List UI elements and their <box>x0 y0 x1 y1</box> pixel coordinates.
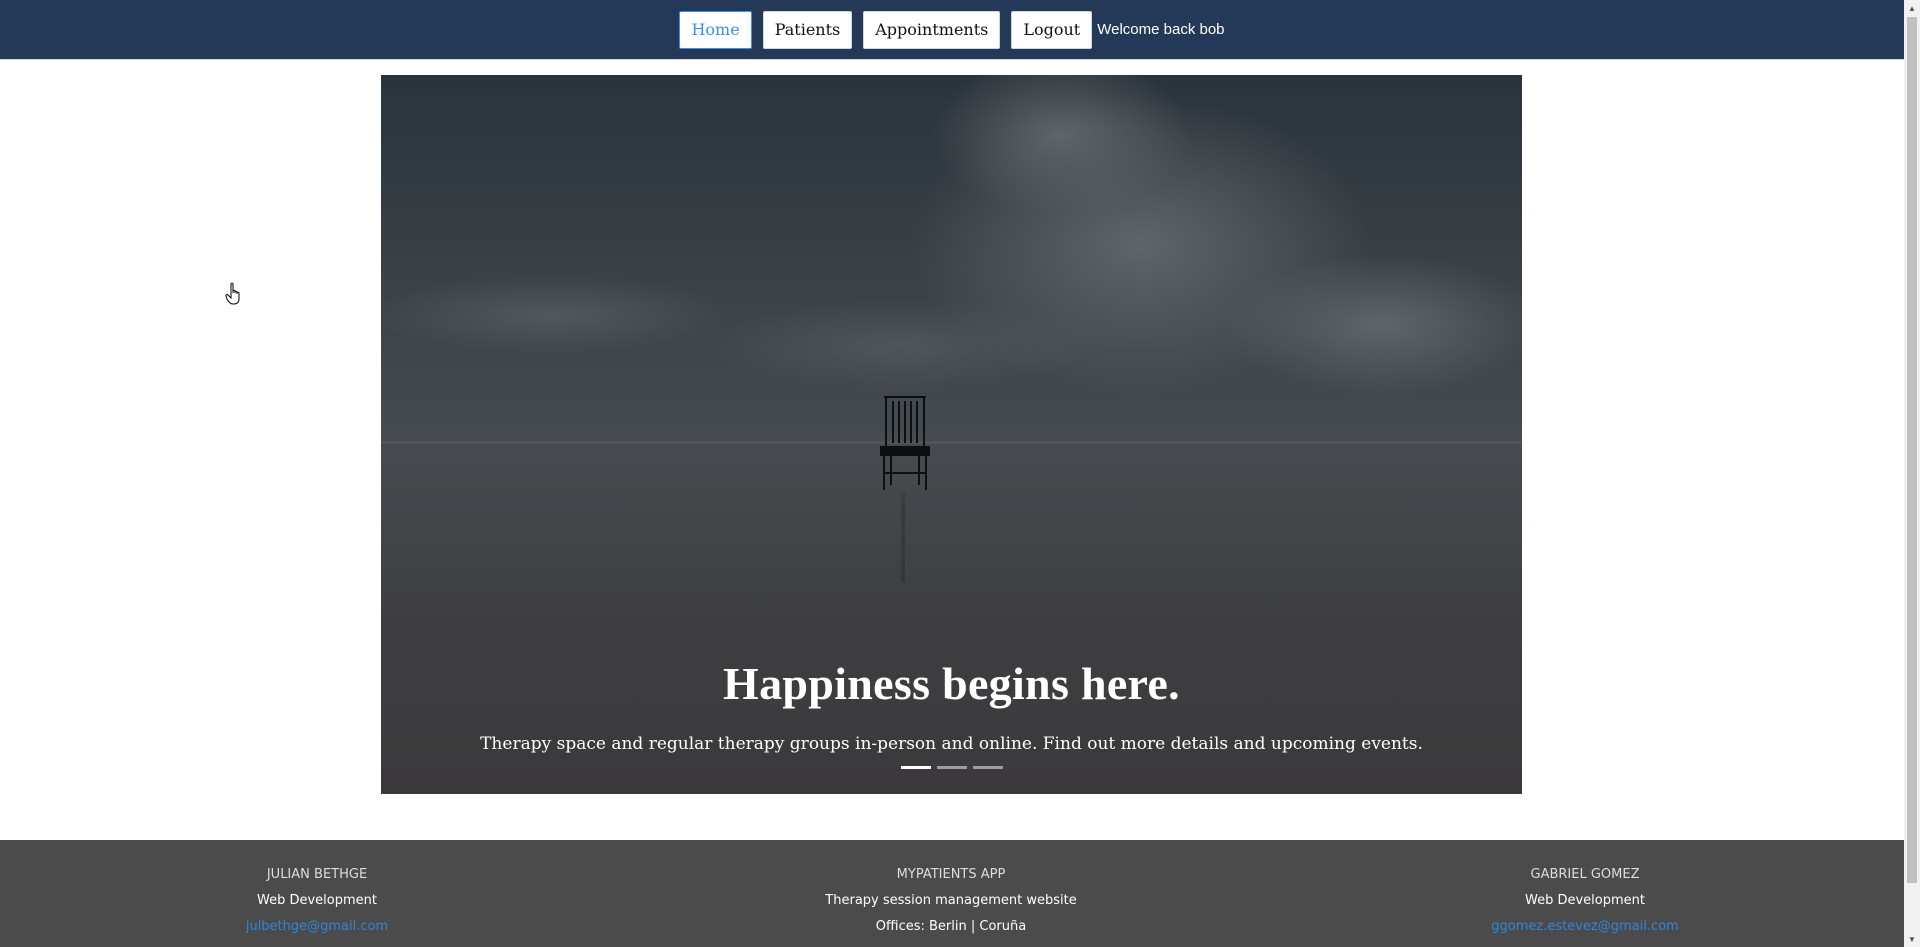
carousel-indicators <box>381 766 1522 769</box>
welcome-message: Welcome back bob <box>1097 21 1225 38</box>
footer-role-julian: Web Development <box>257 893 377 908</box>
page: Home Patients Appointments Logout Welcom… <box>0 0 1920 947</box>
footer-offices: Offices: Berlin | Coruña <box>875 919 1027 934</box>
vertical-scrollbar[interactable]: ▲ ▼ <box>1904 0 1920 947</box>
carousel-indicator-2[interactable] <box>936 766 967 769</box>
nav-logout-button[interactable]: Logout <box>1011 10 1093 49</box>
footer-heading-gabriel: GABRIEL GOMEZ <box>1530 867 1640 882</box>
scroll-down-arrow-icon[interactable]: ▼ <box>1904 931 1920 947</box>
hero-carousel[interactable]: Happiness begins here. Therapy space and… <box>381 75 1522 794</box>
footer-col-julian: JULIAN BETHGE Web Development julbethge@… <box>147 862 487 940</box>
carousel-indicator-1[interactable] <box>900 766 931 769</box>
footer-col-gabriel: GABRIEL GOMEZ Web Development ggomez.est… <box>1415 862 1755 940</box>
carousel-indicator-3[interactable] <box>972 766 1003 769</box>
footer-email-julian[interactable]: julbethge@gmail.com <box>246 919 388 934</box>
hero-title: Happiness begins here. <box>723 658 1180 709</box>
footer-role-gabriel: Web Development <box>1525 893 1645 908</box>
footer-email-gabriel[interactable]: ggomez.estevez@gmail.com <box>1491 919 1678 934</box>
footer-col-app: MYPATIENTS APP Therapy session managemen… <box>781 862 1121 940</box>
top-navbar: Home Patients Appointments Logout Welcom… <box>0 0 1904 60</box>
footer-heading-julian: JULIAN BETHGE <box>266 867 368 882</box>
scroll-up-arrow-icon[interactable]: ▲ <box>1904 0 1920 16</box>
footer-description: Therapy session management website <box>825 893 1077 908</box>
nav-home-button[interactable]: Home <box>679 10 752 49</box>
hero-subtitle: Therapy space and regular therapy groups… <box>480 734 1423 754</box>
footer-heading-app: MYPATIENTS APP <box>896 867 1006 882</box>
scrollbar-thumb[interactable] <box>1907 17 1917 883</box>
footer: JULIAN BETHGE Web Development julbethge@… <box>0 840 1904 947</box>
nav-patients-button[interactable]: Patients <box>762 10 853 49</box>
hand-pointer-icon <box>225 282 240 305</box>
hero-caption: Happiness begins here. Therapy space and… <box>381 657 1522 754</box>
nav-appointments-button[interactable]: Appointments <box>863 10 1001 49</box>
